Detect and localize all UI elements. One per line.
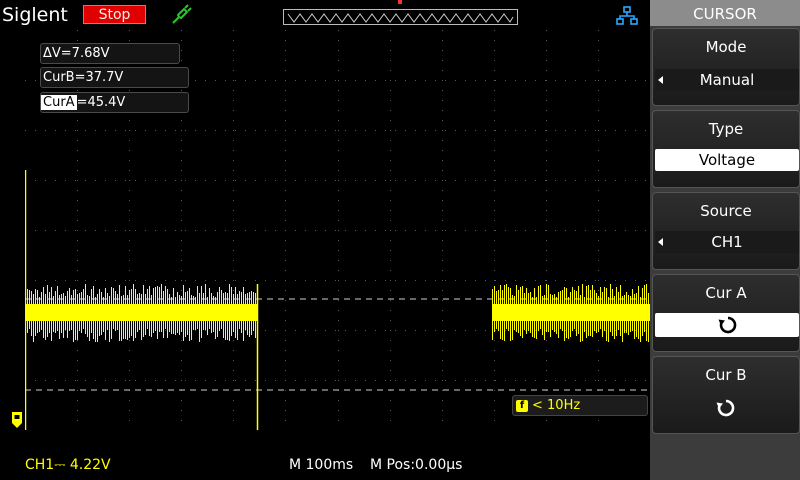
cursor-menu: CURSOR Mode Manual Type Voltage Source C… bbox=[650, 0, 800, 480]
mode-value: Manual bbox=[655, 69, 799, 91]
mode-label: Mode bbox=[705, 38, 747, 56]
source-value-text: CH1 bbox=[711, 233, 743, 251]
cursor-b-softkey[interactable]: Cur B bbox=[652, 356, 800, 434]
cursor-a-softkey[interactable]: Cur A bbox=[652, 274, 800, 352]
chevron-left-icon bbox=[658, 76, 663, 84]
cursor-a-knob-selected bbox=[655, 313, 799, 337]
ch1-waveform bbox=[25, 170, 650, 430]
cursor-a-tag: CurA bbox=[41, 95, 77, 110]
trigger-frequency-readout: f < 10Hz bbox=[512, 395, 648, 416]
type-softkey[interactable]: Type Voltage bbox=[652, 110, 800, 188]
brand-label: Siglent bbox=[2, 4, 68, 26]
timebase-readout[interactable]: M 100ms bbox=[289, 457, 353, 473]
cursor-b-label: Cur B bbox=[705, 366, 747, 384]
ch1-ground-marker[interactable] bbox=[11, 411, 23, 429]
type-label: Type bbox=[708, 120, 744, 138]
mode-value-text: Manual bbox=[699, 71, 755, 89]
menu-title: CURSOR bbox=[650, 0, 800, 26]
cursor-b-value: CurB=37.7V bbox=[43, 70, 124, 85]
cursor-a-value: =45.4V bbox=[76, 95, 126, 110]
type-value: Voltage bbox=[655, 149, 799, 171]
chevron-left-icon bbox=[658, 238, 663, 246]
cursor-a-label: Cur A bbox=[705, 284, 747, 302]
network-icon bbox=[616, 6, 638, 25]
graticule bbox=[25, 30, 650, 430]
delta-v-readout: ΔV=7.68V bbox=[40, 43, 180, 64]
source-value: CH1 bbox=[655, 231, 799, 253]
horizontal-position-readout[interactable]: M Pos:0.00µs bbox=[370, 457, 462, 473]
ch1-scale-readout[interactable]: CH1⎓ 4.22V bbox=[25, 457, 111, 473]
mode-softkey[interactable]: Mode Manual bbox=[652, 28, 800, 106]
source-label: Source bbox=[700, 202, 752, 220]
frequency-icon: f bbox=[516, 399, 528, 412]
rotary-knob-icon bbox=[716, 399, 735, 417]
trigger-frequency-value: < 10Hz bbox=[532, 398, 581, 413]
cursor-a-readout: CurA =45.4V bbox=[40, 92, 189, 113]
waveform-overview bbox=[283, 9, 518, 25]
probe-icon bbox=[172, 4, 192, 24]
status-bar: CH1⎓ 4.22V M 100ms M Pos:0.00µs bbox=[0, 448, 650, 480]
waveform-display[interactable] bbox=[25, 30, 650, 430]
trigger-position-marker bbox=[398, 0, 402, 4]
source-softkey[interactable]: Source CH1 bbox=[652, 192, 800, 270]
cursor-b-readout: CurB=37.7V bbox=[40, 67, 189, 88]
rotary-knob-icon bbox=[718, 316, 737, 334]
run-stop-button[interactable]: Stop bbox=[83, 5, 146, 24]
